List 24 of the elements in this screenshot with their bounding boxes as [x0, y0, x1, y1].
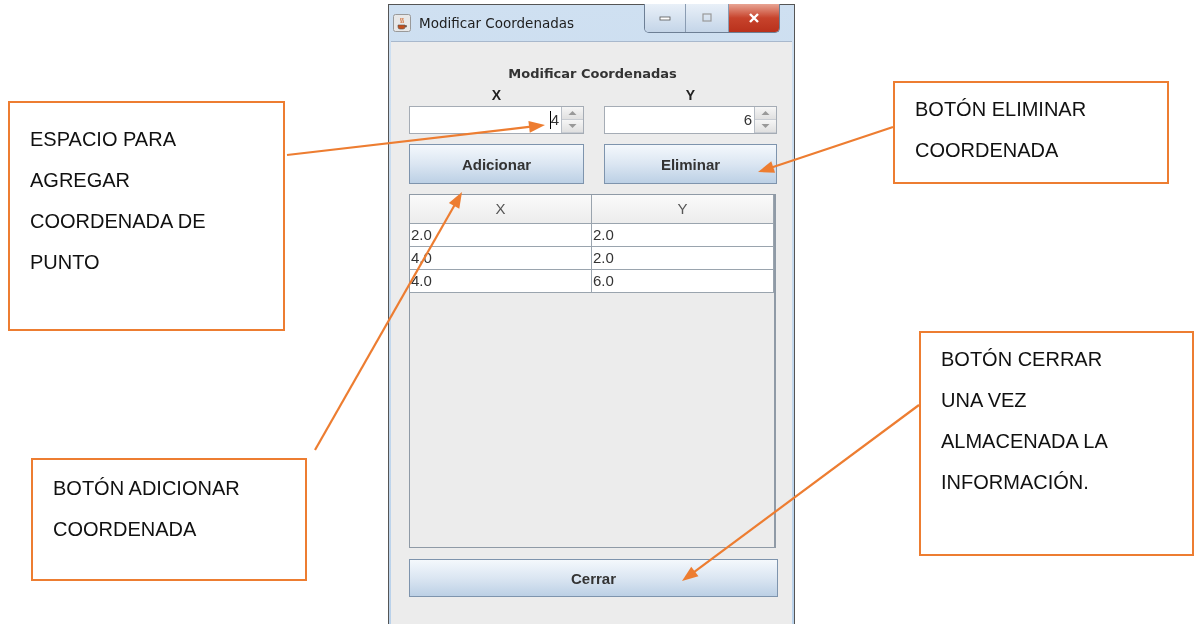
minimize-button[interactable] — [645, 4, 685, 32]
number-spinner[interactable]: 4 — [409, 106, 584, 134]
number-spinner[interactable]: 6 — [604, 106, 777, 134]
maximize-button[interactable] — [685, 4, 728, 32]
callout-text: BOTÓN ELIMINAR COORDENADA — [915, 97, 1088, 163]
close-button[interactable] — [728, 4, 779, 32]
table-cell: 2.0 — [592, 247, 774, 270]
callout-text: BOTÓN CERRAR UNA VEZ ALMACENADA LA INFORMACIÓN. — [941, 347, 1109, 495]
action-button[interactable]: Adicionar — [409, 144, 584, 184]
close-dialog-button[interactable]: Cerrar — [409, 559, 778, 597]
window-title: Modificar Coordenadas — [419, 15, 575, 31]
dialog-heading: Modificar Coordenadas — [507, 66, 678, 81]
field-label: X — [491, 87, 502, 103]
table-cell: 2.0 — [410, 224, 592, 247]
column-header[interactable]: X — [410, 195, 592, 224]
column-header[interactable]: Y — [592, 195, 774, 224]
callout-text: ESPACIO PARA AGREGAR COORDENADA DE PUNTO — [30, 127, 207, 275]
table-cell: 2.0 — [592, 224, 774, 247]
table-cell: 6.0 — [592, 270, 774, 293]
cup-icon — [393, 14, 411, 32]
table-cell: 4.0 — [410, 270, 592, 293]
callout-text: BOTÓN ADICIONAR COORDENADA — [53, 476, 241, 542]
action-button[interactable]: Eliminar — [604, 144, 777, 184]
field-label: Y — [685, 87, 696, 103]
